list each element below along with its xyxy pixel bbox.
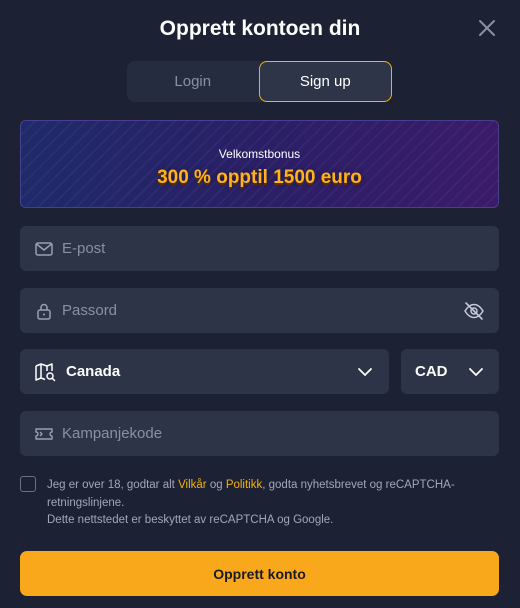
terms-and: og [206,479,226,491]
terms-link[interactable]: Vilkår [178,479,207,491]
terms-text: Jeg er over 18, godtar alt Vilkår og Pol… [47,476,487,512]
country-select[interactable]: Canada [20,349,389,394]
country-value: Canada [66,363,121,380]
password-field[interactable] [20,288,499,333]
chevron-down-icon [358,368,372,376]
password-input[interactable] [62,288,451,333]
lock-icon [37,303,51,320]
map-search-icon [35,363,56,382]
email-input[interactable] [62,226,451,271]
bonus-headline: 300 % opptil 1500 euro [157,167,362,188]
terms-checkbox[interactable] [20,476,36,492]
welcome-bonus-banner: Velkomstbonus 300 % opptil 1500 euro [20,120,499,208]
currency-value: CAD [415,363,448,380]
bonus-subtitle: Velkomstbonus [218,147,301,161]
tab-signup[interactable]: Sign up [258,61,392,102]
chevron-down-icon [469,368,483,376]
create-account-button[interactable]: Opprett konto [20,551,499,596]
captcha-note: Dette nettstedet er beskyttet av reCAPTC… [47,514,334,526]
promo-code-input[interactable] [62,411,451,456]
currency-select[interactable]: CAD [401,349,499,394]
mail-icon [35,242,53,256]
ticket-icon [35,428,53,440]
terms-prefix: Jeg er over 18, godtar alt [47,479,179,491]
close-button[interactable] [476,17,498,39]
promo-code-field[interactable] [20,411,499,456]
eye-off-icon[interactable] [463,300,485,322]
policy-link[interactable]: Politikk [226,479,262,491]
close-icon [479,20,495,36]
tab-login[interactable]: Login [127,61,259,102]
email-field[interactable] [20,226,499,271]
modal-title: Opprett kontoen din [159,17,361,40]
auth-tabs: Login Sign up [127,61,392,102]
